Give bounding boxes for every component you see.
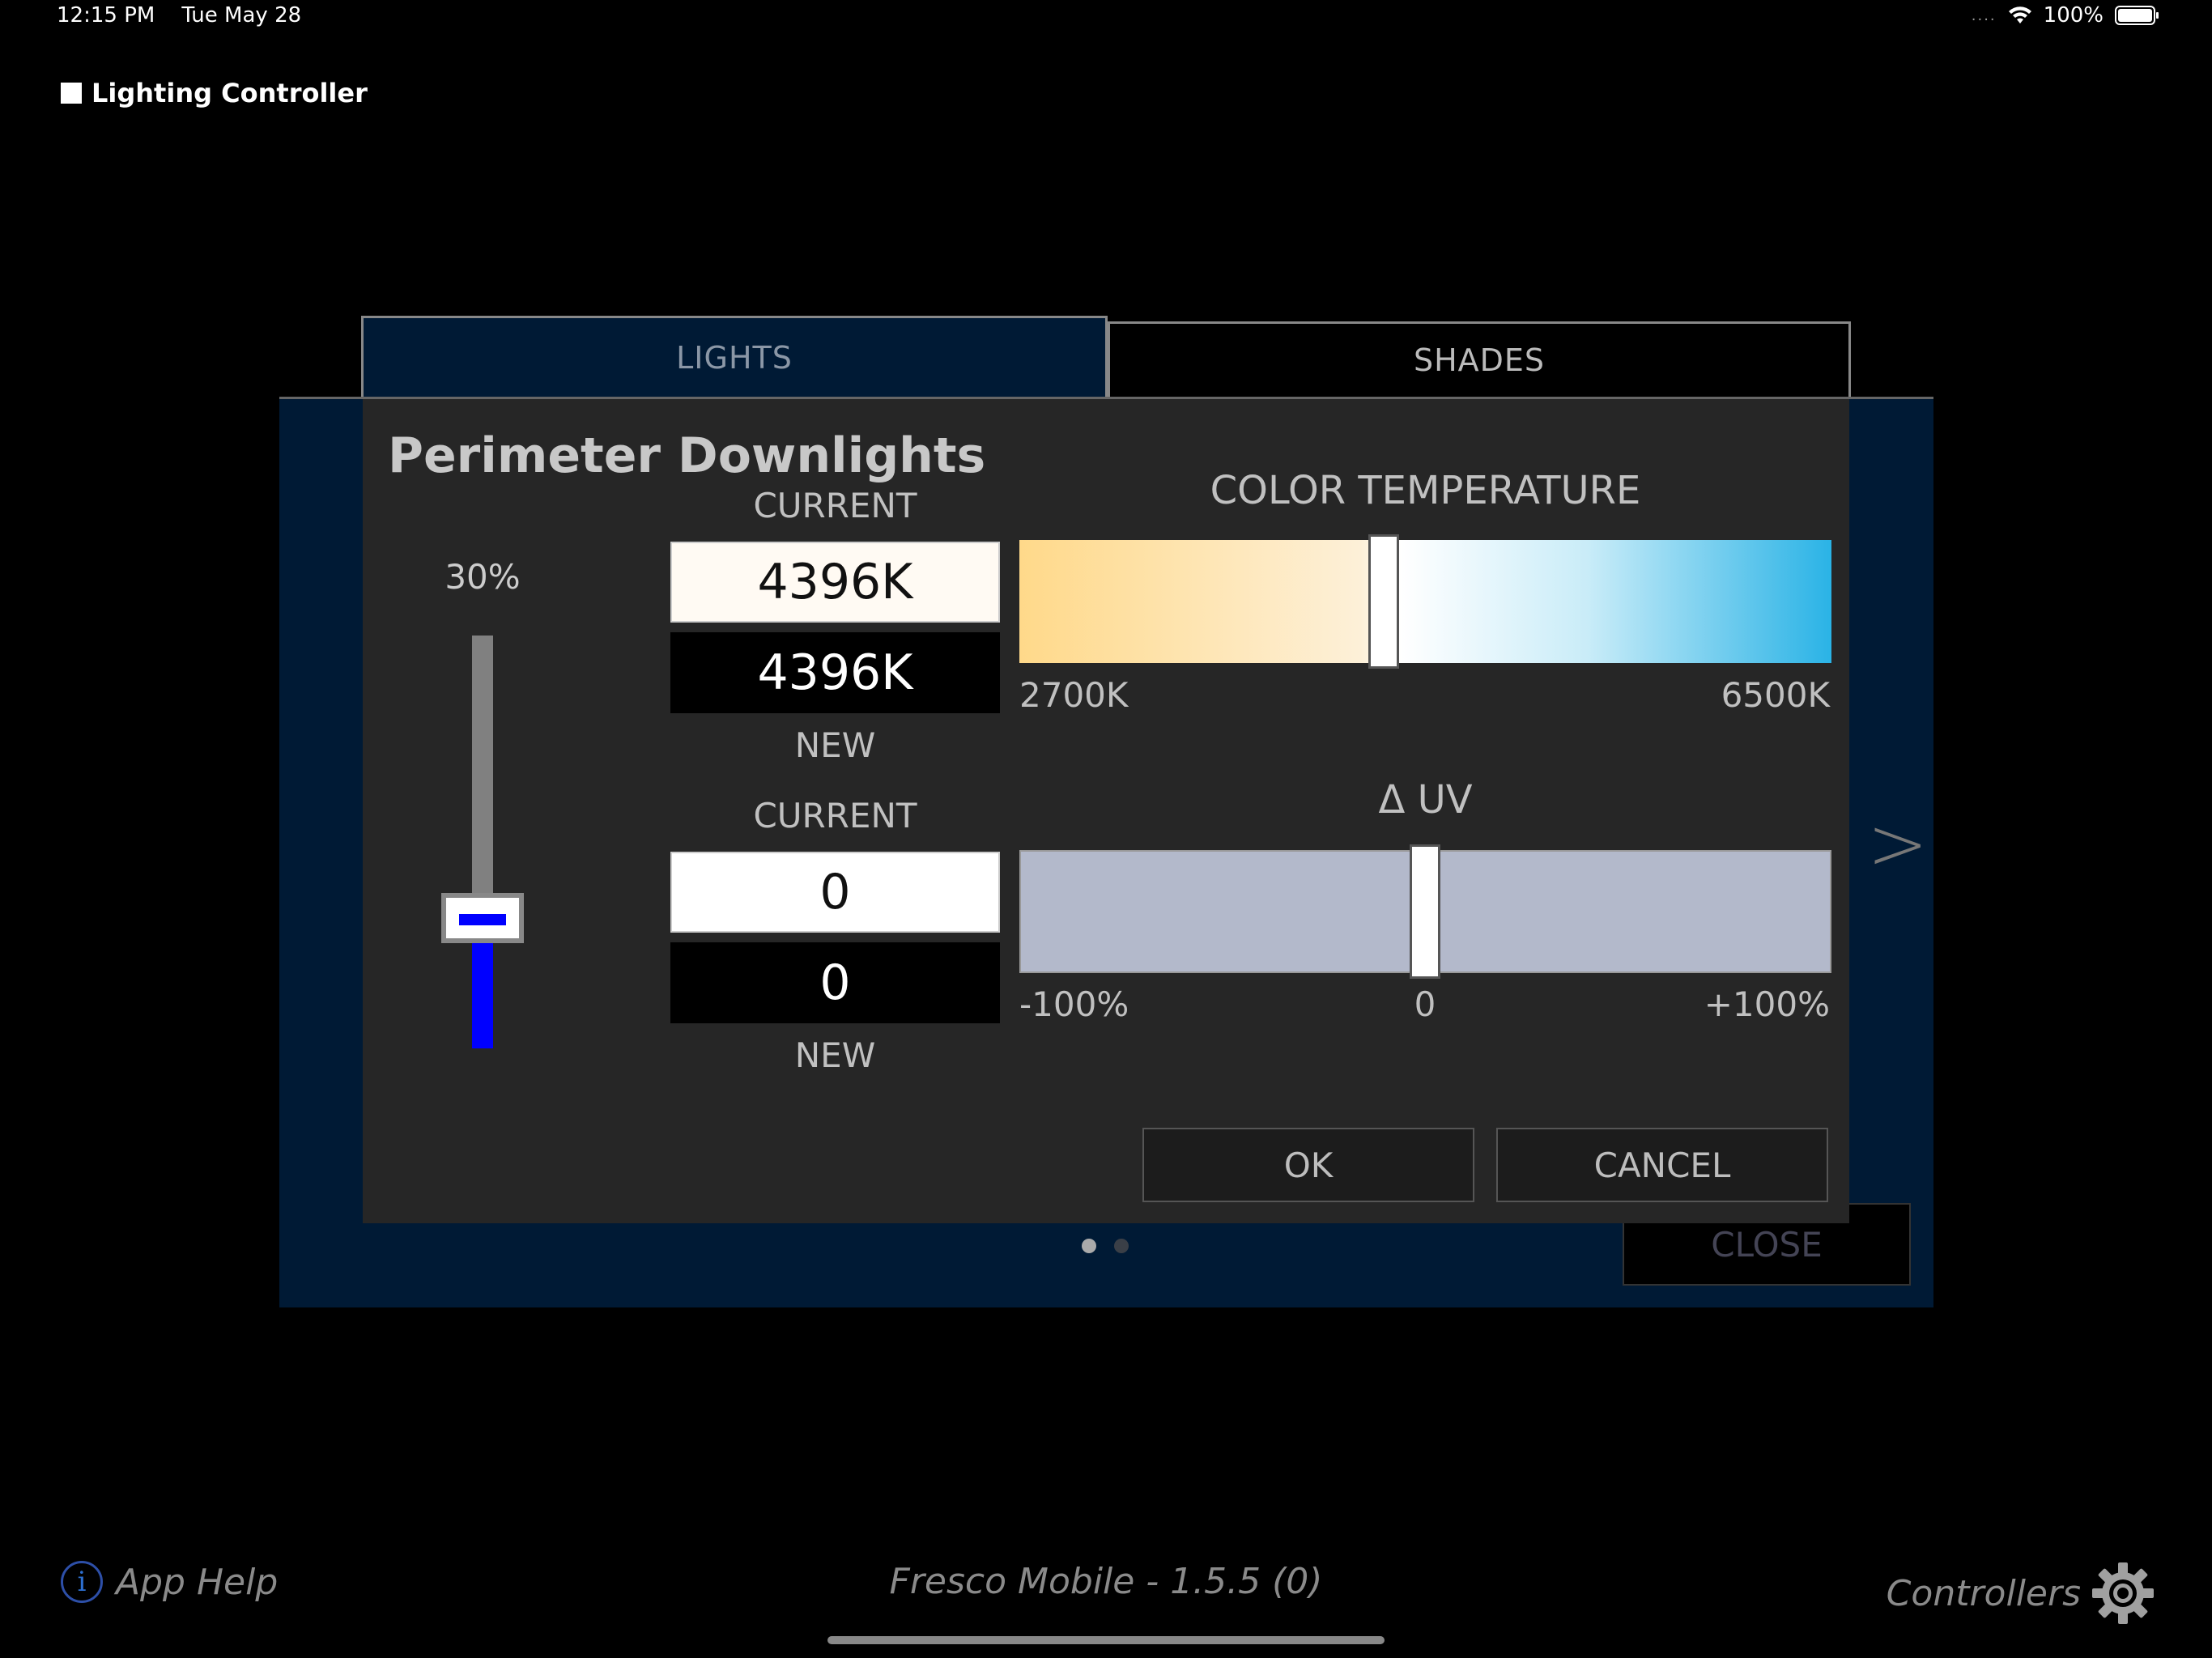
dimmer-level-label: 30% — [445, 557, 521, 597]
signal-icon: .... — [1971, 6, 1997, 24]
uv-heading: Δ UV — [1378, 777, 1473, 823]
page-indicator[interactable] — [1082, 1239, 1129, 1253]
uv-min-label: -100% — [1019, 984, 1129, 1024]
ct-new-label: NEW — [794, 725, 876, 765]
ct-current-value: 4396K — [670, 542, 1000, 623]
tab-shades[interactable]: SHADES — [1108, 321, 1851, 397]
battery-icon — [2115, 6, 2159, 25]
status-date: Tue May 28 — [181, 3, 302, 28]
app-title: Lighting Controller — [61, 78, 368, 108]
dimmer-track-upper[interactable] — [472, 636, 493, 899]
status-clock: 12:15 PM — [57, 3, 155, 28]
ct-new-value[interactable]: 4396K — [670, 632, 1000, 713]
uv-mid-label: 0 — [1414, 984, 1436, 1024]
status-time: 12:15 PM Tue May 28 — [57, 3, 301, 28]
cancel-button[interactable]: CANCEL — [1496, 1128, 1828, 1202]
ct-heading: COLOR TEMPERATURE — [1210, 468, 1641, 513]
controllers-label[interactable]: Controllers — [1887, 1573, 2081, 1614]
battery-percent: 100% — [2043, 3, 2104, 28]
wifi-icon — [2008, 6, 2031, 23]
ct-slider-thumb[interactable] — [1368, 534, 1399, 669]
dialog-title: Perimeter Downlights — [388, 427, 986, 484]
ct-current-label: CURRENT — [753, 486, 917, 525]
ct-max-label: 6500K — [1721, 675, 1830, 715]
chevron-right-icon[interactable]: > — [1867, 801, 1928, 886]
controllers-link[interactable]: Controllers — [1887, 1561, 2155, 1626]
uv-current-label: CURRENT — [753, 796, 917, 835]
app-logo-icon — [61, 83, 82, 104]
tab-lights[interactable]: LIGHTS — [361, 316, 1108, 397]
dimmer-track-fill[interactable] — [472, 943, 493, 1048]
ok-button[interactable]: OK — [1142, 1128, 1474, 1202]
uv-max-label: +100% — [1704, 984, 1830, 1024]
uv-new-label: NEW — [794, 1035, 876, 1075]
ct-gradient-bar[interactable] — [1019, 540, 1831, 663]
page-dot-1[interactable] — [1082, 1239, 1096, 1253]
uv-new-value[interactable]: 0 — [670, 942, 1000, 1023]
ct-min-label: 2700K — [1019, 675, 1129, 715]
home-indicator[interactable] — [827, 1636, 1385, 1644]
uv-slider-thumb[interactable] — [1410, 844, 1440, 979]
status-indicators: .... 100% — [1971, 3, 2159, 28]
app-title-text: Lighting Controller — [91, 78, 368, 108]
dimmer-slider-thumb[interactable] — [441, 893, 524, 943]
page-dot-2[interactable] — [1114, 1239, 1129, 1253]
uv-current-value: 0 — [670, 852, 1000, 933]
gear-icon[interactable] — [2091, 1561, 2155, 1626]
app-version: Fresco Mobile - 1.5.5 (0) — [889, 1561, 1323, 1602]
